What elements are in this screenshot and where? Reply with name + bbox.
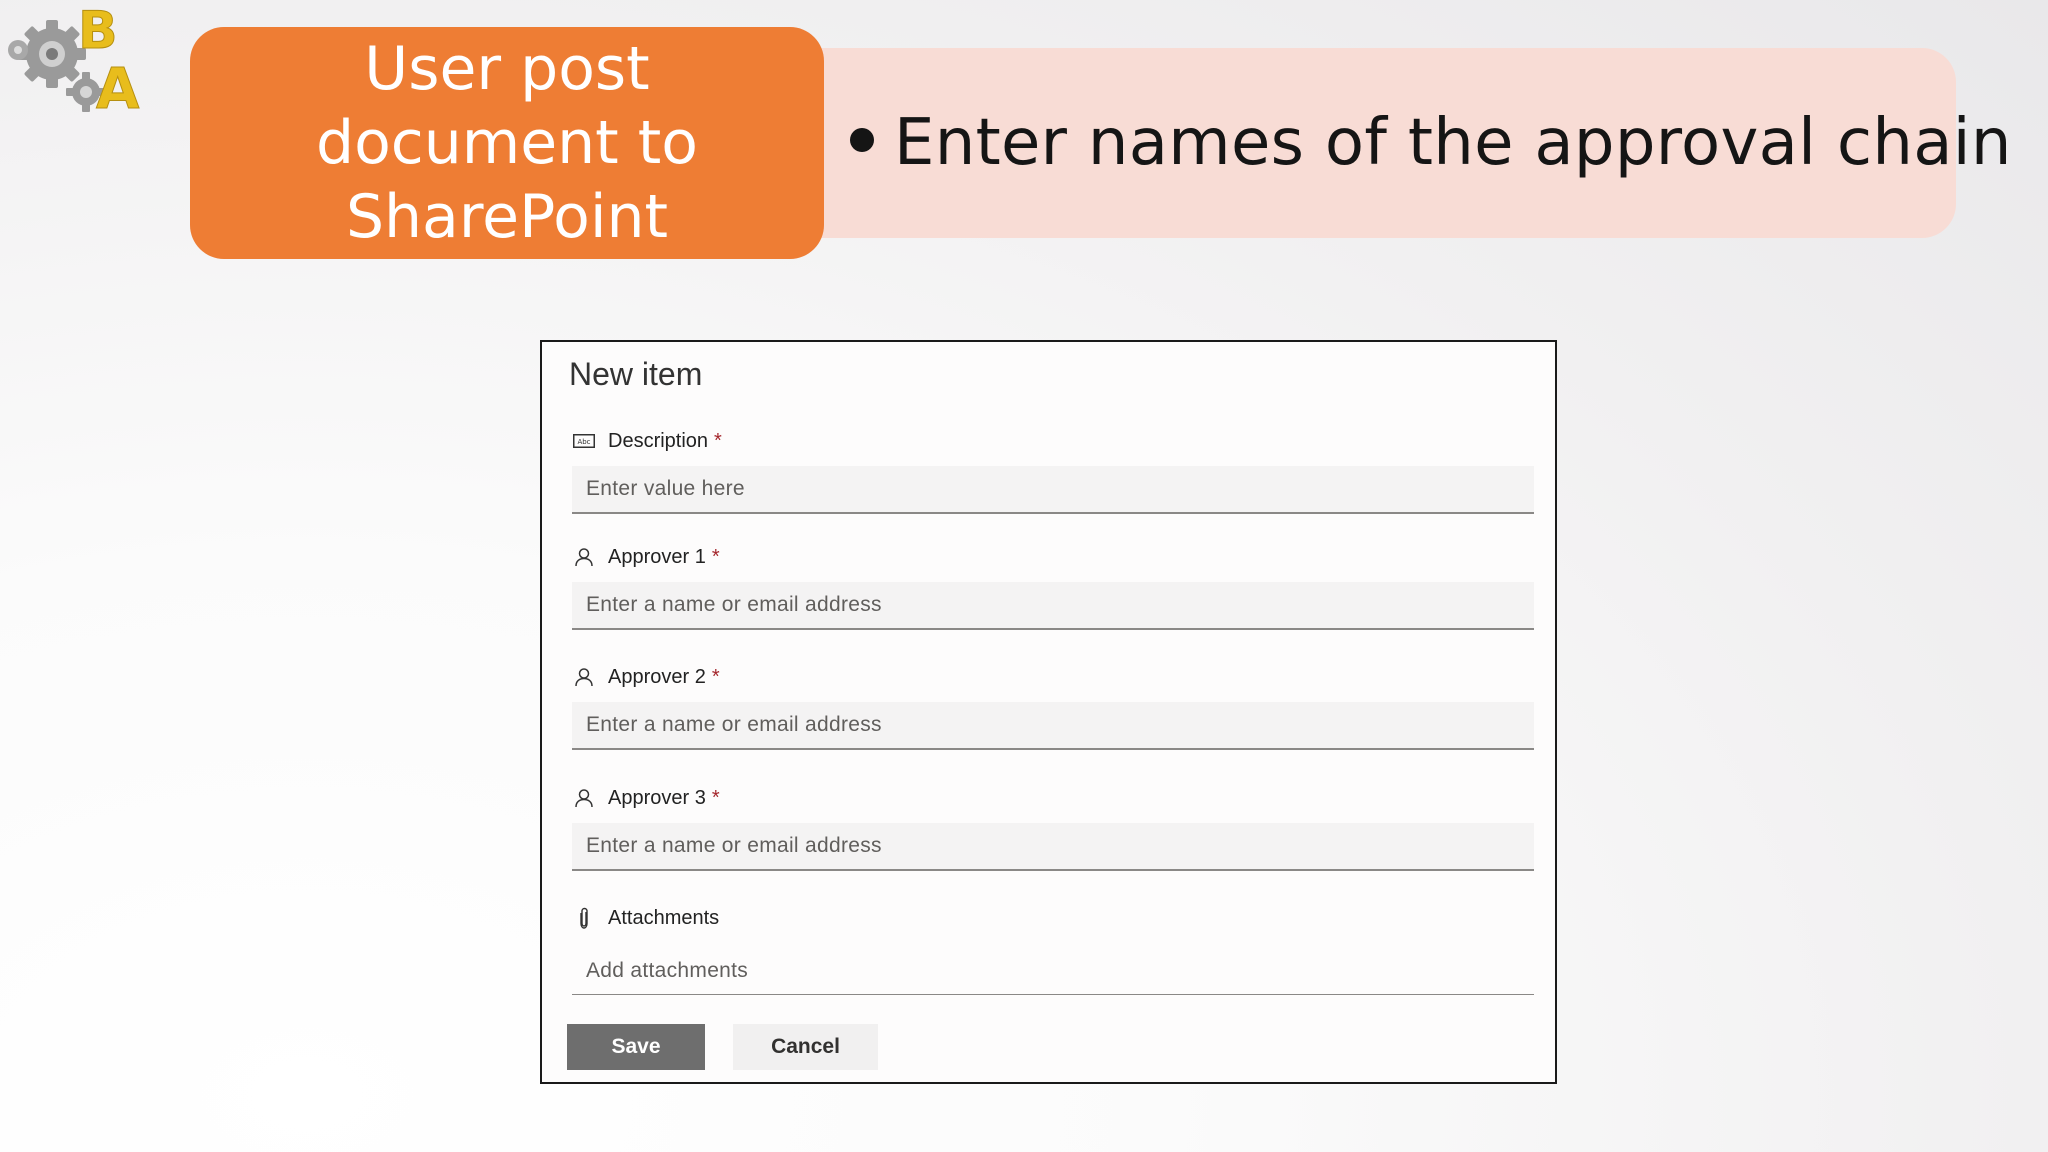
- cancel-button[interactable]: Cancel: [733, 1024, 878, 1070]
- bullet-text: Enter names of the approval chain: [894, 106, 2012, 180]
- svg-text:Abc: Abc: [577, 438, 590, 446]
- description-placeholder: Enter value here: [586, 477, 745, 500]
- person-icon: [572, 545, 596, 569]
- save-button[interactable]: Save: [567, 1024, 705, 1070]
- description-input[interactable]: Enter value here: [572, 466, 1534, 514]
- bullet-banner: Enter names of the approval chain: [790, 48, 2011, 238]
- approver-1-label: Approver 1: [608, 545, 706, 568]
- approver-3-placeholder: Enter a name or email address: [586, 834, 882, 857]
- form-title: New item: [569, 356, 703, 392]
- approver-3-label: Approver 3: [608, 786, 706, 809]
- approver-2-input[interactable]: Enter a name or email address: [572, 702, 1534, 750]
- new-item-form: New item Abc Description * Enter value h…: [540, 340, 1557, 1084]
- attachments-field: Attachments Add attachments: [572, 903, 1534, 995]
- person-icon: [572, 665, 596, 689]
- approver-2-label: Approver 2: [608, 665, 706, 688]
- attachments-label: Attachments: [608, 906, 720, 929]
- paperclip-icon: [572, 906, 596, 930]
- approver-2-placeholder: Enter a name or email address: [586, 713, 882, 736]
- required-marker: *: [711, 786, 720, 809]
- description-label: Description: [608, 429, 709, 452]
- slide-title-box: User post document to SharePoint: [190, 27, 824, 259]
- bullet-point: Enter names of the approval chain: [850, 106, 2012, 180]
- approver-1-input[interactable]: Enter a name or email address: [572, 582, 1534, 630]
- approver-1-placeholder: Enter a name or email address: [586, 593, 882, 616]
- approver-3-field: Approver 3 * Enter a name or email addre…: [572, 783, 1534, 871]
- approver-2-field: Approver 2 * Enter a name or email addre…: [572, 662, 1534, 750]
- add-attachments-link[interactable]: Add attachments: [572, 947, 1534, 995]
- svg-text:B: B: [78, 2, 118, 61]
- bullet-dot-icon: [850, 128, 874, 153]
- approver-1-label-row: Approver 1 *: [572, 542, 1534, 572]
- approver-3-input[interactable]: Enter a name or email address: [572, 823, 1534, 871]
- person-icon: [572, 786, 596, 810]
- required-marker: *: [711, 665, 720, 688]
- description-field: Abc Description * Enter value here: [572, 426, 1534, 514]
- attachments-label-row: Attachments: [572, 903, 1534, 933]
- company-logo: B A: [4, 1, 150, 123]
- approver-2-label-row: Approver 2 *: [572, 662, 1534, 692]
- svg-text:A: A: [96, 57, 140, 114]
- slide-title: User post document to SharePoint: [315, 34, 699, 252]
- description-label-row: Abc Description *: [572, 426, 1534, 456]
- required-marker: *: [714, 429, 722, 452]
- required-marker: *: [711, 545, 720, 568]
- approver-3-label-row: Approver 3 *: [572, 783, 1534, 813]
- text-field-icon: Abc: [572, 429, 596, 453]
- add-attachments-text: Add attachments: [586, 958, 749, 982]
- approver-1-field: Approver 1 * Enter a name or email addre…: [572, 542, 1534, 630]
